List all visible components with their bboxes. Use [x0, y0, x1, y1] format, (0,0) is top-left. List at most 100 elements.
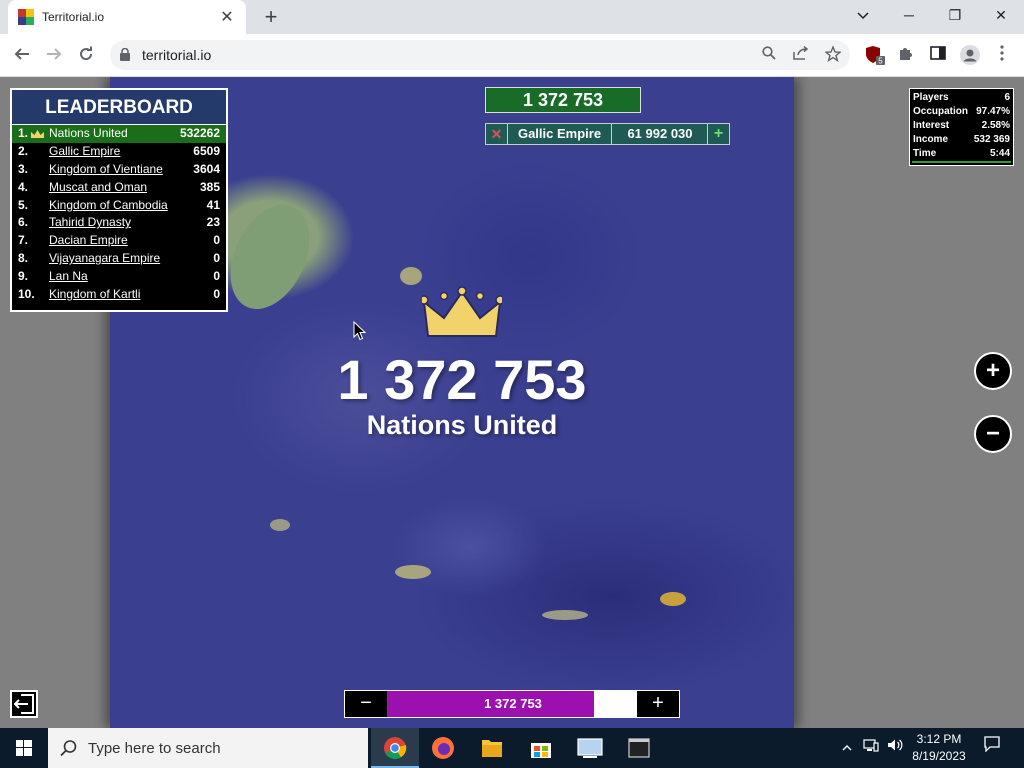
browser-toolbar: territorial.io 5 [0, 34, 1024, 77]
lock-icon [120, 47, 130, 61]
browser-tab-strip: Territorial.io ✕ + ─ ❐ ✕ [0, 0, 1024, 34]
leaderboard-name[interactable]: Kingdom of Cambodia [49, 197, 168, 215]
restore-button[interactable]: ❐ [932, 0, 978, 30]
store-icon [531, 743, 551, 758]
game-viewport[interactable]: LEADERBOARD 1. Nations United 532262 2. … [0, 77, 1024, 728]
zoom-out-button[interactable]: − [974, 415, 1012, 453]
stat-value: 6 [1004, 92, 1010, 103]
stat-row: Interest 2.58% [913, 119, 1010, 133]
taskbar-app-window[interactable] [615, 728, 663, 768]
leaderboard-rank: 3. [18, 161, 29, 176]
volume-icon[interactable] [884, 728, 906, 768]
chrome-menu-icon[interactable] [991, 45, 1013, 67]
crown-icon [422, 286, 502, 337]
reload-icon[interactable] [72, 42, 100, 70]
taskbar-file-explorer[interactable] [468, 728, 516, 768]
ublock-extension-icon[interactable]: 5 [864, 45, 886, 67]
bookmark-star-icon[interactable] [823, 45, 843, 64]
tray-chevron-icon[interactable] [838, 728, 856, 768]
address-bar[interactable]: territorial.io [110, 40, 850, 70]
minimize-button[interactable]: ─ [886, 0, 932, 30]
taskbar-clock[interactable]: 3:12 PM 8/19/2023 [905, 731, 973, 765]
taskbar-store[interactable] [517, 728, 565, 768]
remote-desktop-icon [577, 738, 603, 758]
leaderboard-row[interactable]: 3. Kingdom of Vientiane 3604 [12, 161, 226, 179]
stat-value: 5:44 [989, 148, 1010, 159]
network-icon[interactable] [860, 728, 882, 768]
leaderboard-row[interactable]: 6. Tahirid Dynasty 23 [12, 214, 226, 232]
clock-date: 8/19/2023 [912, 749, 966, 763]
territorial-favicon-icon [18, 9, 34, 25]
small-island [270, 519, 290, 531]
leaderboard-score: 23 [206, 215, 220, 230]
stat-label: Income [913, 134, 949, 145]
increase-ratio-button[interactable]: + [637, 691, 679, 717]
decrease-ratio-button[interactable]: − [345, 691, 387, 717]
leaderboard-name[interactable]: Gallic Empire [49, 143, 120, 161]
stats-progress-line [912, 161, 1011, 163]
leaderboard-name[interactable]: Vijayanagara Empire [49, 250, 160, 268]
leaderboard-name[interactable]: Nations United [49, 125, 128, 143]
taskbar-remote-desktop[interactable] [566, 728, 614, 768]
leaderboard-score: 0 [213, 287, 220, 302]
back-arrow-icon[interactable] [8, 42, 36, 70]
share-icon[interactable] [791, 45, 811, 64]
search-icon [60, 740, 77, 757]
leaderboard-name[interactable]: Tahirid Dynasty [49, 214, 131, 232]
extensions-puzzle-icon[interactable] [895, 45, 917, 67]
green-landmass [215, 192, 325, 322]
taskbar-firefox[interactable] [419, 728, 467, 768]
leaderboard-row[interactable]: 4. Muscat and Oman 385 [12, 179, 226, 197]
mouse-cursor-icon [353, 321, 366, 341]
leaderboard-row[interactable]: 7. Dacian Empire 0 [12, 232, 226, 250]
profile-avatar-icon[interactable] [959, 45, 981, 67]
leaderboard-row[interactable]: 5. Kingdom of Cambodia 41 [12, 197, 226, 215]
leaderboard-row[interactable]: 9. Lan Na 0 [12, 268, 226, 286]
leaderboard-row[interactable]: 2. Gallic Empire 6509 [12, 143, 226, 161]
tab-title: Territorial.io [42, 10, 105, 24]
leaderboard-rank: 10. [18, 287, 35, 302]
leaderboard-row[interactable]: 10. Kingdom of Kartli 0 [12, 286, 226, 304]
leaderboard-panel: LEADERBOARD 1. Nations United 532262 2. … [10, 88, 228, 312]
cancel-attack-button[interactable]: ✕ [486, 124, 508, 144]
ratio-value: 1 372 753 [484, 696, 542, 711]
stat-value: 2.58% [981, 120, 1010, 131]
leaderboard-row[interactable]: 1. Nations United 532262 [12, 125, 226, 143]
leaderboard-rank: 4. [18, 179, 29, 194]
leaderboard-name[interactable]: Muscat and Oman [49, 179, 147, 197]
exit-game-button[interactable] [10, 690, 38, 718]
search-placeholder: Type here to search [88, 740, 221, 757]
zoom-in-button[interactable]: + [974, 352, 1012, 390]
leaderboard-name[interactable]: Dacian Empire [49, 232, 128, 250]
forward-arrow-icon[interactable] [40, 42, 68, 70]
attack-bar: ✕ Gallic Empire 61 992 030 + [485, 123, 730, 145]
folder-icon [482, 740, 502, 757]
leaderboard-score: 41 [206, 197, 220, 212]
leaderboard-name[interactable]: Lan Na [49, 268, 88, 286]
leaderboard-score: 0 [213, 269, 220, 284]
attack-target-name: Gallic Empire [508, 124, 612, 144]
close-window-button[interactable]: ✕ [978, 0, 1024, 30]
exit-icon [13, 694, 34, 714]
tab-close-icon[interactable]: ✕ [218, 7, 236, 27]
add-attack-button[interactable]: + [707, 124, 729, 144]
leaderboard-name[interactable]: Kingdom of Kartli [49, 286, 140, 304]
side-panel-icon[interactable] [927, 45, 949, 67]
browser-tab[interactable]: Territorial.io ✕ [8, 0, 246, 34]
zoom-search-icon[interactable] [759, 46, 779, 64]
notifications-icon[interactable] [980, 728, 1004, 768]
leaderboard-row[interactable]: 8. Vijayanagara Empire 0 [12, 250, 226, 268]
stat-value: 97.47% [976, 106, 1010, 117]
crown-icon [31, 130, 44, 138]
leaderboard-score: 6509 [193, 143, 220, 158]
leaderboard-name[interactable]: Kingdom of Vientiane [49, 161, 163, 179]
stat-row: Players 6 [913, 91, 1010, 105]
tab-search-chevron-icon[interactable] [840, 0, 886, 30]
taskbar-chrome[interactable] [371, 728, 419, 768]
leaderboard-rank: 2. [18, 143, 29, 158]
taskbar-search-box[interactable]: Type here to search [48, 728, 368, 768]
stat-value: 532 369 [973, 134, 1010, 145]
windows-start-button[interactable] [0, 728, 48, 768]
new-tab-button[interactable]: + [258, 4, 284, 30]
leaderboard-score: 3604 [193, 161, 220, 176]
